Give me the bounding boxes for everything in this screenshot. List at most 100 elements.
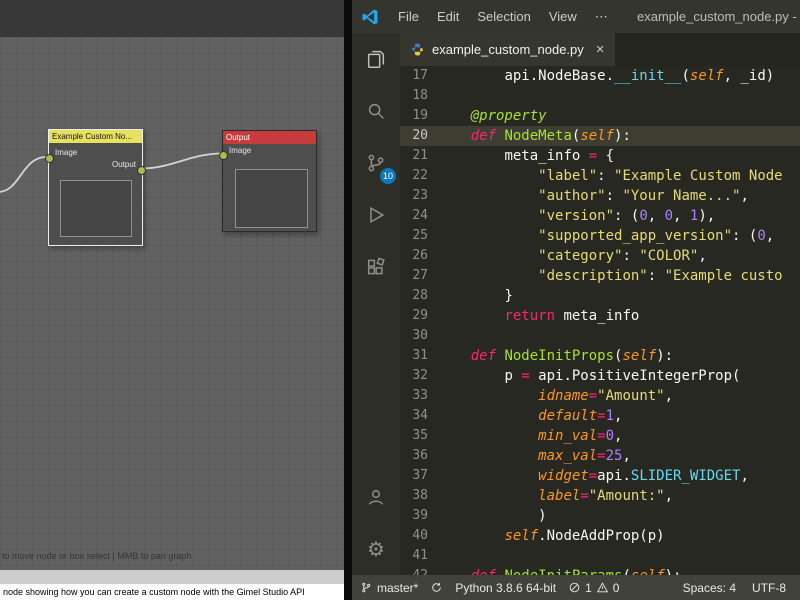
code-line-18[interactable]: 18: [400, 86, 800, 106]
code-text: api.NodeBase.__init__(self, _id): [428, 66, 774, 86]
problems-status[interactable]: 1 0: [568, 581, 619, 595]
code-line-19[interactable]: 19 @property: [400, 106, 800, 126]
menu-view[interactable]: View: [540, 0, 586, 33]
tab-close-icon[interactable]: ×: [596, 41, 605, 58]
line-number[interactable]: 37: [400, 466, 428, 486]
code-line-26[interactable]: 26 "category": "COLOR",: [400, 246, 800, 266]
sync-icon[interactable]: [430, 581, 443, 594]
node-socket-input-image[interactable]: [219, 151, 228, 160]
code-line-34[interactable]: 34 default=1,: [400, 406, 800, 426]
line-number[interactable]: 24: [400, 206, 428, 226]
node-thumbnail: [235, 169, 308, 228]
tab-example-custom-node[interactable]: example_custom_node.py ×: [400, 33, 615, 66]
node-example-custom[interactable]: Example Custom No... Image Output: [48, 129, 143, 246]
line-number[interactable]: 33: [400, 386, 428, 406]
code-line-27[interactable]: 27 "description": "Example custo: [400, 266, 800, 286]
line-number[interactable]: 21: [400, 146, 428, 166]
code-text: def NodeInitProps(self):: [428, 346, 673, 366]
output-port-label: Output: [112, 160, 136, 169]
source-control-icon[interactable]: 10: [352, 137, 400, 189]
line-number[interactable]: 17: [400, 66, 428, 86]
code-text: label="Amount:",: [428, 486, 673, 506]
code-line-40[interactable]: 40 self.NodeAddProp(p): [400, 526, 800, 546]
line-number[interactable]: 30: [400, 326, 428, 346]
node-socket-output[interactable]: [137, 166, 146, 175]
line-number[interactable]: 31: [400, 346, 428, 366]
menu-edit[interactable]: Edit: [428, 0, 468, 33]
line-number[interactable]: 20: [400, 126, 428, 146]
code-line-35[interactable]: 35 min_val=0,: [400, 426, 800, 446]
line-number[interactable]: 32: [400, 366, 428, 386]
activity-bar: 10 ⚙: [352, 33, 400, 575]
python-interpreter-status[interactable]: Python 3.8.6 64-bit: [455, 581, 556, 595]
status-bar: master* Python 3.8.6 64-bit 1 0 Spaces: …: [352, 575, 800, 600]
graph-top-bar: [0, 0, 350, 37]
line-number[interactable]: 23: [400, 186, 428, 206]
line-number[interactable]: 29: [400, 306, 428, 326]
line-number[interactable]: 27: [400, 266, 428, 286]
indentation-status[interactable]: Spaces: 4: [683, 581, 736, 595]
code-line-31[interactable]: 31 def NodeInitProps(self):: [400, 346, 800, 366]
code-line-20[interactable]: 20 def NodeMeta(self):: [400, 126, 800, 146]
code-line-30[interactable]: 30: [400, 326, 800, 346]
explorer-icon[interactable]: [352, 33, 400, 85]
code-line-22[interactable]: 22 "label": "Example Custom Node: [400, 166, 800, 186]
code-text: "category": "COLOR",: [428, 246, 707, 266]
line-number[interactable]: 25: [400, 226, 428, 246]
code-line-39[interactable]: 39 ): [400, 506, 800, 526]
code-line-17[interactable]: 17 api.NodeBase.__init__(self, _id): [400, 66, 800, 86]
git-branch-status[interactable]: master*: [360, 581, 418, 595]
line-number[interactable]: 38: [400, 486, 428, 506]
line-number[interactable]: 28: [400, 286, 428, 306]
line-number[interactable]: 40: [400, 526, 428, 546]
line-number[interactable]: 36: [400, 446, 428, 466]
line-number[interactable]: 42: [400, 566, 428, 575]
line-number[interactable]: 35: [400, 426, 428, 446]
code-line-32[interactable]: 32 p = api.PositiveIntegerProp(: [400, 366, 800, 386]
code-text: self.NodeAddProp(p): [428, 526, 665, 546]
node-graph-pane: Example Custom No... Image Output Output…: [0, 0, 350, 600]
menu-selection[interactable]: Selection: [468, 0, 539, 33]
code-line-37[interactable]: 37 widget=api.SLIDER_WIDGET,: [400, 466, 800, 486]
run-debug-icon[interactable]: [352, 189, 400, 241]
code-line-24[interactable]: 24 "version": (0, 0, 1),: [400, 206, 800, 226]
vscode-window: File Edit Selection View ⋯ example_custo…: [352, 0, 800, 600]
line-number[interactable]: 26: [400, 246, 428, 266]
code-line-28[interactable]: 28 }: [400, 286, 800, 306]
node-title-bar[interactable]: Output: [223, 131, 316, 144]
menu-file[interactable]: File: [389, 0, 428, 33]
line-number[interactable]: 41: [400, 546, 428, 566]
code-line-21[interactable]: 21 meta_info = {: [400, 146, 800, 166]
wire-custom-to-output: [141, 154, 222, 169]
node-graph-canvas[interactable]: Example Custom No... Image Output Output…: [0, 37, 350, 570]
line-number[interactable]: 22: [400, 166, 428, 186]
menu-more-icon[interactable]: ⋯: [586, 0, 617, 33]
node-thumbnail: [60, 180, 132, 237]
line-number[interactable]: 19: [400, 106, 428, 126]
code-line-36[interactable]: 36 max_val=25,: [400, 446, 800, 466]
code-editor[interactable]: 17 api.NodeBase.__init__(self, _id)1819 …: [400, 66, 800, 575]
encoding-status[interactable]: UTF-8: [752, 581, 786, 595]
node-socket-input-image[interactable]: [45, 154, 54, 163]
code-line-38[interactable]: 38 label="Amount:",: [400, 486, 800, 506]
search-icon[interactable]: [352, 85, 400, 137]
warning-icon: [596, 581, 609, 594]
code-text: [428, 86, 437, 106]
extensions-icon[interactable]: [352, 241, 400, 293]
error-count: 1: [585, 581, 592, 595]
node-output[interactable]: Output Image: [222, 130, 317, 232]
settings-gear-icon[interactable]: ⚙: [352, 523, 400, 575]
node-title-bar[interactable]: Example Custom No...: [49, 130, 142, 143]
line-number[interactable]: 39: [400, 506, 428, 526]
code-line-42[interactable]: 42 def NodeInitParams(self):: [400, 566, 800, 575]
code-line-25[interactable]: 25 "supported_app_version": (0,: [400, 226, 800, 246]
line-number[interactable]: 34: [400, 406, 428, 426]
code-line-33[interactable]: 33 idname="Amount",: [400, 386, 800, 406]
account-icon[interactable]: [352, 471, 400, 523]
tab-label: example_custom_node.py: [432, 42, 584, 57]
line-number[interactable]: 18: [400, 86, 428, 106]
code-line-29[interactable]: 29 return meta_info: [400, 306, 800, 326]
code-line-23[interactable]: 23 "author": "Your Name...",: [400, 186, 800, 206]
code-line-41[interactable]: 41: [400, 546, 800, 566]
code-text: meta_info = {: [428, 146, 614, 166]
